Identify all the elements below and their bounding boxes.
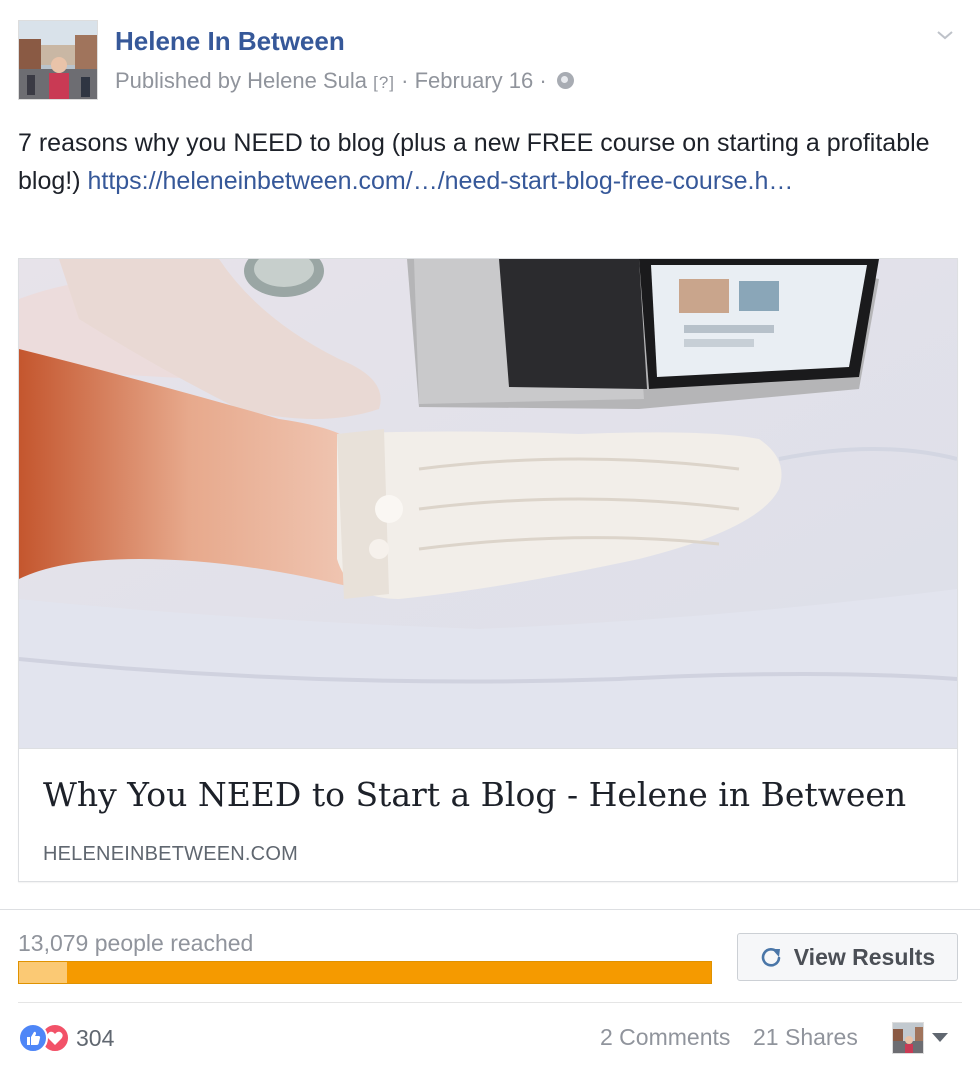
reaction-count: 304	[76, 1024, 115, 1051]
link-preview-title[interactable]: Why You NEED to Start a Blog - Helene in…	[43, 775, 906, 814]
divider	[0, 909, 980, 910]
post-link[interactable]: https://heleneinbetween.com/…/need-start…	[87, 167, 793, 195]
comments-count-link[interactable]: 2 Comments	[600, 1024, 730, 1051]
page-avatar[interactable]	[18, 20, 98, 100]
published-prefix: Published by	[115, 68, 241, 93]
reactions-summary[interactable]: 304	[18, 1020, 114, 1056]
divider-footer	[18, 1002, 962, 1003]
link-preview-domain: HELENEINBETWEEN.COM	[43, 843, 298, 865]
reach-progress-bar	[18, 961, 712, 984]
post-header: Helene In Between Published by Helene Su…	[0, 0, 980, 110]
caret-down-icon[interactable]	[932, 1033, 948, 1042]
link-preview-card[interactable]: Why You NEED to Start a Blog - Helene in…	[18, 258, 958, 882]
organic-reach-fill	[19, 962, 68, 983]
viewer-avatar[interactable]	[892, 1022, 924, 1054]
link-preview-image[interactable]	[19, 259, 957, 749]
author-name[interactable]: Helene Sula	[247, 68, 367, 93]
view-results-label: View Results	[793, 943, 936, 970]
view-results-button[interactable]: View Results	[737, 933, 958, 981]
like-icon	[18, 1023, 48, 1053]
post-date[interactable]: February 16	[415, 68, 534, 93]
post-meta: Published by Helene Sula [?] · February …	[115, 68, 574, 94]
post-message: 7 reasons why you NEED to blog (plus a n…	[18, 124, 962, 200]
meta-separator: ·	[401, 68, 409, 93]
shares-count-link[interactable]: 21 Shares	[753, 1024, 858, 1051]
reach-count: 13,079 people reached	[18, 930, 254, 956]
chevron-down-icon[interactable]	[936, 26, 954, 44]
help-marker[interactable]: [?]	[373, 73, 395, 92]
meta-separator-2: ·	[539, 68, 547, 93]
globe-icon	[556, 72, 574, 89]
page-name-link[interactable]: Helene In Between	[115, 26, 345, 57]
refresh-icon	[761, 948, 781, 967]
